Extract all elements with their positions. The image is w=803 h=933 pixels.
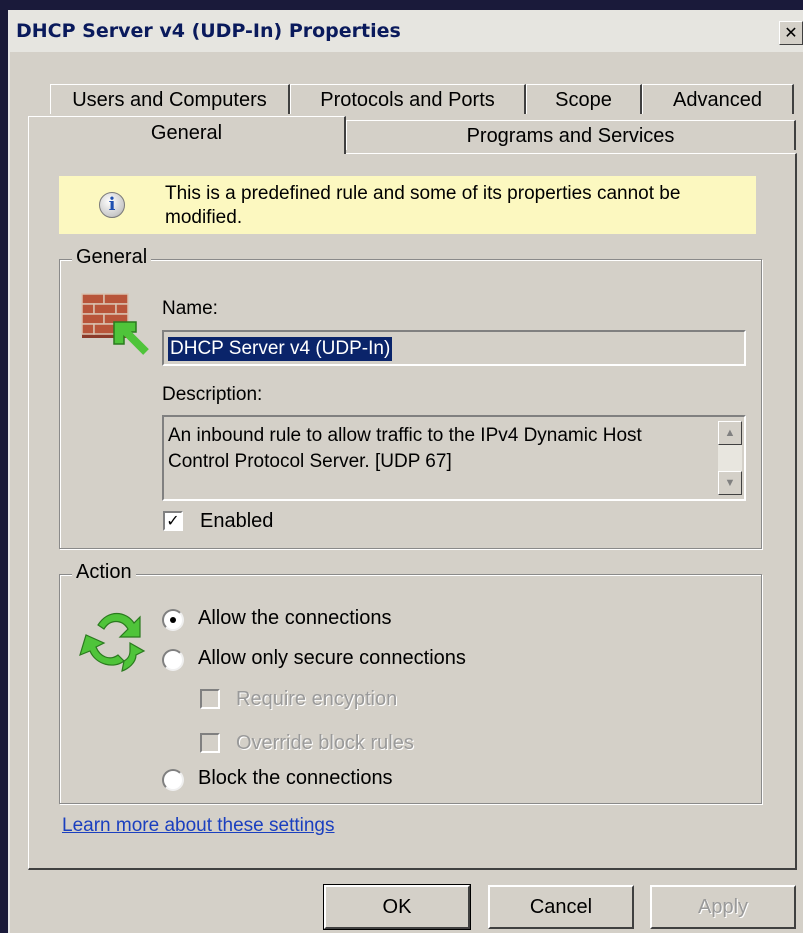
learn-more-link[interactable]: Learn more about these settings xyxy=(62,815,335,837)
description-scrollbar[interactable]: ▲ ▼ xyxy=(718,421,742,495)
description-field[interactable]: An inbound rule to allow traffic to the … xyxy=(162,415,746,501)
name-label: Name: xyxy=(162,298,218,319)
name-field[interactable]: DHCP Server v4 (UDP-In) xyxy=(162,330,746,366)
cancel-button[interactable]: Cancel xyxy=(488,885,634,929)
ok-button[interactable]: OK xyxy=(323,884,471,930)
require-encryption-checkbox[interactable] xyxy=(200,689,220,709)
allow-secure-connections-label: Allow only secure connections xyxy=(198,647,466,669)
action-groupbox: Action Allow the connections Allow only … xyxy=(59,561,762,804)
tab-protocols-and-ports[interactable]: Protocols and Ports xyxy=(290,84,526,114)
enabled-checkbox[interactable]: ✓ xyxy=(163,511,183,531)
block-connections-label: Block the connections xyxy=(198,767,393,789)
general-groupbox: General Name: DHCP Server v4 (UDP-In) De… xyxy=(59,246,762,549)
description-text: An inbound rule to allow traffic to the … xyxy=(168,425,642,472)
close-button[interactable]: ✕ xyxy=(779,21,803,45)
tab-advanced[interactable]: Advanced xyxy=(642,84,794,114)
apply-button[interactable]: Apply xyxy=(650,885,796,929)
scroll-down-icon[interactable]: ▼ xyxy=(718,471,742,495)
description-label: Description: xyxy=(162,384,263,405)
scroll-up-icon[interactable]: ▲ xyxy=(718,421,742,445)
tab-programs-and-services[interactable]: Programs and Services xyxy=(346,120,796,150)
action-group-legend: Action xyxy=(72,561,136,584)
properties-dialog: DHCP Server v4 (UDP-In) Properties ✕ Use… xyxy=(8,10,803,933)
tab-users-and-computers[interactable]: Users and Computers xyxy=(50,84,290,114)
recycle-arrows-icon xyxy=(79,612,146,672)
tab-general[interactable]: General xyxy=(28,116,346,154)
require-encryption-label: Require encyption xyxy=(236,688,398,710)
enabled-label: Enabled xyxy=(200,510,274,532)
info-banner: i This is a predefined rule and some of … xyxy=(59,176,756,234)
override-block-rules-label: Override block rules xyxy=(236,732,414,754)
general-tab-panel: i This is a predefined rule and some of … xyxy=(28,153,797,870)
name-field-value: DHCP Server v4 (UDP-In) xyxy=(168,337,393,361)
allow-connections-label: Allow the connections xyxy=(198,607,392,629)
title-bar[interactable]: DHCP Server v4 (UDP-In) Properties ✕ xyxy=(10,10,803,52)
override-block-rules-checkbox[interactable] xyxy=(200,733,220,753)
block-connections-radio[interactable] xyxy=(162,769,184,791)
allow-secure-connections-radio[interactable] xyxy=(162,649,184,671)
general-group-legend: General xyxy=(72,246,152,269)
info-icon: i xyxy=(99,192,125,218)
info-banner-text: This is a predefined rule and some of it… xyxy=(165,183,681,228)
allow-connections-radio[interactable] xyxy=(162,609,184,631)
firewall-icon xyxy=(81,293,149,355)
tab-scope[interactable]: Scope xyxy=(526,84,642,114)
window-title: DHCP Server v4 (UDP-In) Properties xyxy=(16,20,401,42)
